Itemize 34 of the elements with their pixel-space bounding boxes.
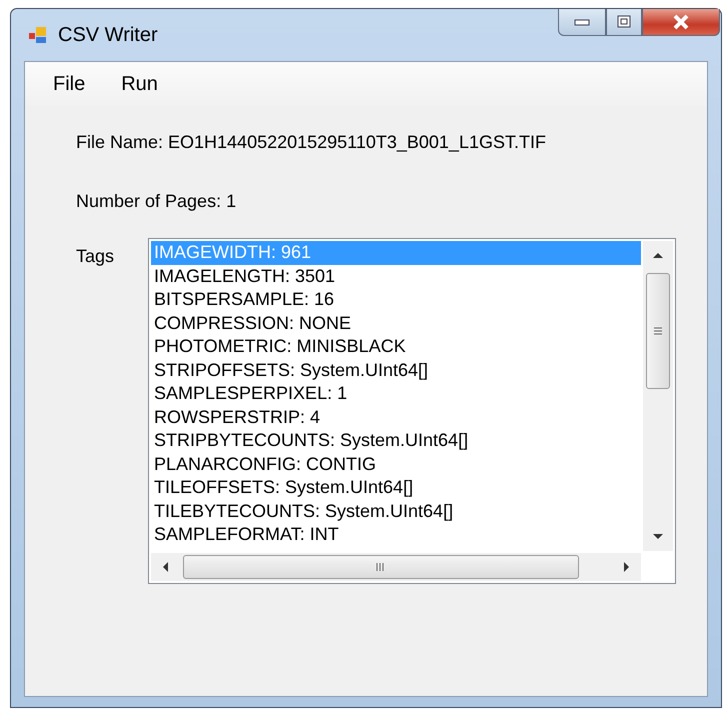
menu-item[interactable]: Run [111,70,168,98]
scroll-up-icon[interactable] [652,251,664,259]
scroll-down-icon[interactable] [652,533,664,541]
list-item[interactable]: STRIPOFFSETS: System.UInt64[] [151,358,641,382]
tags-label: Tags [76,246,116,267]
scroll-left-icon[interactable] [161,561,169,573]
list-item[interactable]: IMAGELENGTH: 3501 [151,264,641,288]
vertical-scrollbar[interactable] [643,241,673,551]
restore-button[interactable] [606,9,642,36]
restore-icon [616,14,632,30]
list-item[interactable]: COMPRESSION: NONE [151,312,641,335]
list-item[interactable]: PHOTOMETRIC: MINISBLACK [151,335,641,358]
app-icon [28,25,48,45]
tags-list[interactable] [148,238,676,584]
close-button[interactable] [642,9,720,36]
list-item[interactable]: SAMPLEFORMAT: INT [151,523,641,546]
page-count-label: Number of Pages: 1 [76,191,238,212]
list-item[interactable]: PLANARCONFIG: CONTIG [151,452,641,476]
scroll-thumb[interactable] [646,273,670,389]
minimize-button[interactable] [558,9,606,36]
list-item[interactable]: STRIPBYTECOUNTS: System.UInt64[] [151,429,641,452]
menu-item[interactable]: File [43,70,96,98]
scroll-right-icon[interactable] [623,561,631,573]
list-item[interactable]: ROWSPERSTRIP: 4 [151,406,641,429]
list-item[interactable]: TILEOFFSETS: System.UInt64[] [151,476,641,500]
minimize-icon [574,18,590,26]
horizontal-scrollbar[interactable] [151,553,641,581]
scroll-thumb[interactable] [183,555,579,579]
window-title: CSV Writer [58,24,158,46]
close-icon [671,14,691,30]
file-name-label: File Name: EO1H1440522015295110T3_B001_L1GST.TIF [76,132,547,153]
list-item[interactable]: TILEBYTECOUNTS: System.UInt64[] [151,500,641,523]
list-item[interactable]: SAMPLESPERPIXEL: 1 [151,382,641,406]
list-item[interactable]: BITSPERSAMPLE: 16 [151,288,641,312]
